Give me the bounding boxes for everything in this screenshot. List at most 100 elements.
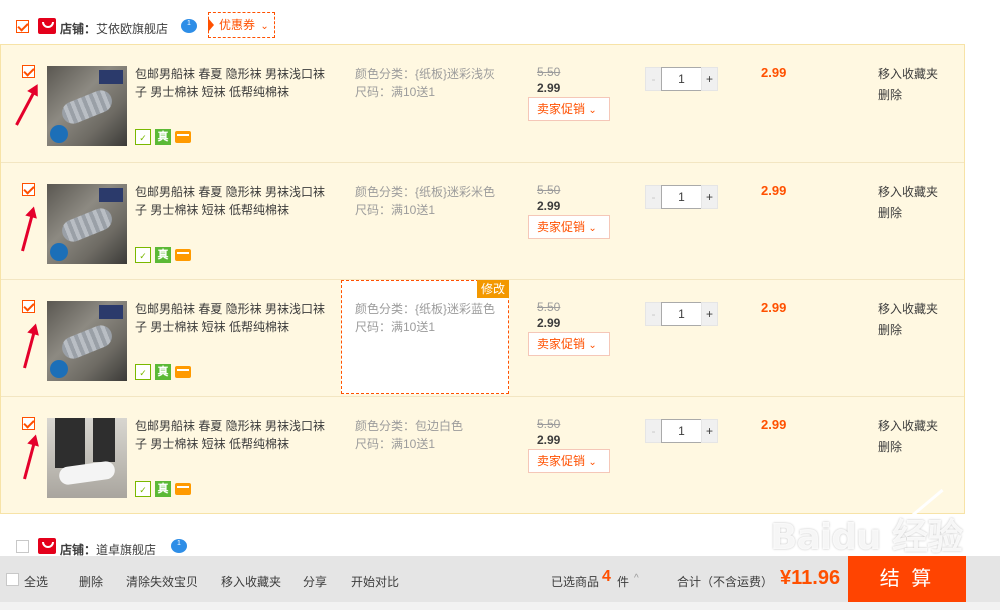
batch-delete-link[interactable]: 删除 xyxy=(79,573,103,590)
chevron-up-icon[interactable]: ^ xyxy=(634,573,639,584)
current-price: 2.99 xyxy=(537,316,561,330)
quantity-stepper: - 1 + xyxy=(645,67,719,91)
select-all-checkbox[interactable] xyxy=(6,573,19,586)
page-bottom-strip xyxy=(0,602,1000,610)
original-price: 5.50 xyxy=(537,300,561,314)
sku-info[interactable]: 颜色分类：包边白色 尺码：满10送1 xyxy=(355,417,515,453)
qty-minus-button[interactable]: - xyxy=(645,302,662,326)
chevron-down-icon: ⌄ xyxy=(588,105,597,116)
chevron-down-icon: ⌄ xyxy=(588,340,597,351)
current-price: 2.99 xyxy=(537,199,561,213)
authentic-icon: 真 xyxy=(155,364,171,380)
delete-item-link[interactable]: 删除 xyxy=(878,86,902,103)
move-to-favorites-link[interactable]: 移入收藏夹 xyxy=(878,417,938,434)
clear-invalid-link[interactable]: 清除失效宝贝 xyxy=(126,573,198,590)
sku-info[interactable]: 颜色分类：{纸板}迷彩浅灰 尺码：满10送1 xyxy=(355,65,515,101)
shop-header: 店铺：艾依欧旗舰店 优惠券 ⌄ xyxy=(0,8,1000,42)
qty-input[interactable]: 1 xyxy=(661,302,702,326)
service-icons: ✓ 真 xyxy=(135,247,195,263)
product-title[interactable]: 包邮男船袜 春夏 隐形袜 男袜浅口袜子 男士棉袜 短袜 低帮纯棉袜 xyxy=(135,183,325,219)
promo-label: 卖家促销 xyxy=(537,454,586,468)
shop2-prefix: 店铺： xyxy=(60,543,97,557)
seller-promo-dropdown[interactable]: 卖家促销 ⌄ xyxy=(528,97,610,121)
qty-plus-button[interactable]: + xyxy=(701,67,718,91)
selected-label: 已选商品 xyxy=(551,575,600,589)
product-thumbnail[interactable] xyxy=(47,184,127,264)
guarantee-icon: ✓ xyxy=(135,364,151,380)
qty-minus-button[interactable]: - xyxy=(645,67,662,91)
wangwang-chat-icon[interactable] xyxy=(181,19,197,33)
selected-suffix: 件 xyxy=(617,575,630,589)
annotation-arrow-icon xyxy=(23,441,36,480)
wangwang-chat-icon[interactable] xyxy=(171,539,187,553)
sku-info[interactable]: 颜色分类：{纸板}迷彩米色 尺码：满10送1 xyxy=(355,183,515,219)
seller-promo-dropdown[interactable]: 卖家促销 ⌄ xyxy=(528,215,610,239)
shop-name-label[interactable]: 店铺：艾依欧旗舰店 xyxy=(60,20,168,37)
item-checkbox[interactable] xyxy=(22,183,35,196)
compare-link[interactable]: 开始对比 xyxy=(351,573,399,590)
promo-label: 卖家促销 xyxy=(537,220,586,234)
move-to-favorites-link[interactable]: 移入收藏夹 xyxy=(878,183,938,200)
checkout-bar: 全选 删除 清除失效宝贝 移入收藏夹 分享 开始对比 已选商品 4 件 ^ 合计… xyxy=(0,556,1000,602)
item-checkbox[interactable] xyxy=(22,300,35,313)
select-all-label[interactable]: 全选 xyxy=(24,573,48,590)
batch-move-fav-link[interactable]: 移入收藏夹 xyxy=(221,573,281,590)
qty-input[interactable]: 1 xyxy=(661,419,702,443)
product-title[interactable]: 包邮男船袜 春夏 隐形袜 男袜浅口袜子 男士棉袜 短袜 低帮纯棉袜 xyxy=(135,417,325,453)
service-icons: ✓ 真 xyxy=(135,129,195,145)
cart-item-row: 包邮男船袜 春夏 隐形袜 男袜浅口袜子 男士棉袜 短袜 低帮纯棉袜 ✓ 真 修改 … xyxy=(1,279,964,396)
shop2-name[interactable]: 道卓旗舰店 xyxy=(96,543,156,557)
sku-edit-box[interactable]: 修改 xyxy=(341,280,509,394)
qty-plus-button[interactable]: + xyxy=(701,302,718,326)
product-title[interactable]: 包邮男船袜 春夏 隐形袜 男袜浅口袜子 男士棉袜 短袜 低帮纯棉袜 xyxy=(135,65,325,101)
credit-card-icon xyxy=(175,483,191,495)
qty-input[interactable]: 1 xyxy=(661,185,702,209)
delete-item-link[interactable]: 删除 xyxy=(878,321,902,338)
qty-plus-button[interactable]: + xyxy=(701,185,718,209)
delete-item-link[interactable]: 删除 xyxy=(878,438,902,455)
tmall-shop-icon xyxy=(38,18,56,34)
qty-plus-button[interactable]: + xyxy=(701,419,718,443)
qty-input[interactable]: 1 xyxy=(661,67,702,91)
move-to-favorites-link[interactable]: 移入收藏夹 xyxy=(878,300,938,317)
coupon-label: 优惠券 xyxy=(219,18,256,32)
product-thumbnail[interactable] xyxy=(47,301,127,381)
chevron-down-icon: ⌄ xyxy=(588,223,597,234)
qty-minus-button[interactable]: - xyxy=(645,185,662,209)
sku-color: 颜色分类：{纸板}迷彩米色 xyxy=(355,185,496,199)
item-checkbox[interactable] xyxy=(22,417,35,430)
item-checkbox[interactable] xyxy=(22,65,35,78)
delete-item-link[interactable]: 删除 xyxy=(878,204,902,221)
annotation-arrow-icon xyxy=(23,330,36,369)
seller-promo-dropdown[interactable]: 卖家促销 ⌄ xyxy=(528,449,610,473)
shop2-select-checkbox[interactable] xyxy=(16,540,29,553)
sku-info[interactable]: 颜色分类：{纸板}迷彩蓝色 尺码：满10送1 xyxy=(355,300,515,336)
shop-name[interactable]: 艾依欧旗舰店 xyxy=(96,22,168,36)
cart-item-row: 包邮男船袜 春夏 隐形袜 男袜浅口袜子 男士棉袜 短袜 低帮纯棉袜 ✓ 真 颜色分… xyxy=(1,45,964,162)
qty-minus-button[interactable]: - xyxy=(645,419,662,443)
shop-select-checkbox[interactable] xyxy=(16,20,29,33)
original-price: 5.50 xyxy=(537,417,561,431)
product-title[interactable]: 包邮男船袜 春夏 隐形袜 男袜浅口袜子 男士棉袜 短袜 低帮纯棉袜 xyxy=(135,300,325,336)
cart-item-row: 包邮男船袜 春夏 隐形袜 男袜浅口袜子 男士棉袜 短袜 低帮纯棉袜 ✓ 真 颜色分… xyxy=(1,162,964,279)
chevron-down-icon: ⌄ xyxy=(260,21,269,32)
coupon-button[interactable]: 优惠券 ⌄ xyxy=(208,12,275,38)
product-thumbnail[interactable] xyxy=(47,418,127,498)
item-subtotal: 2.99 xyxy=(761,183,787,198)
item-subtotal: 2.99 xyxy=(761,300,787,315)
selected-count[interactable]: 4 xyxy=(602,568,611,586)
guarantee-icon: ✓ xyxy=(135,481,151,497)
sku-edit-button[interactable]: 修改 xyxy=(477,280,509,298)
authentic-icon: 真 xyxy=(155,481,171,497)
sku-color: 颜色分类：包边白色 xyxy=(355,419,464,433)
product-thumbnail[interactable] xyxy=(47,66,127,146)
cart-items: 包邮男船袜 春夏 隐形袜 男袜浅口袜子 男士棉袜 短袜 低帮纯棉袜 ✓ 真 颜色分… xyxy=(0,44,965,514)
seller-promo-dropdown[interactable]: 卖家促销 ⌄ xyxy=(528,332,610,356)
checkout-button[interactable]: 结 算 xyxy=(848,556,966,602)
quantity-stepper: - 1 + xyxy=(645,185,719,209)
move-to-favorites-link[interactable]: 移入收藏夹 xyxy=(878,65,938,82)
share-link[interactable]: 分享 xyxy=(303,573,327,590)
credit-card-icon xyxy=(175,249,191,261)
current-price: 2.99 xyxy=(537,81,561,95)
chevron-down-icon: ⌄ xyxy=(588,457,597,468)
